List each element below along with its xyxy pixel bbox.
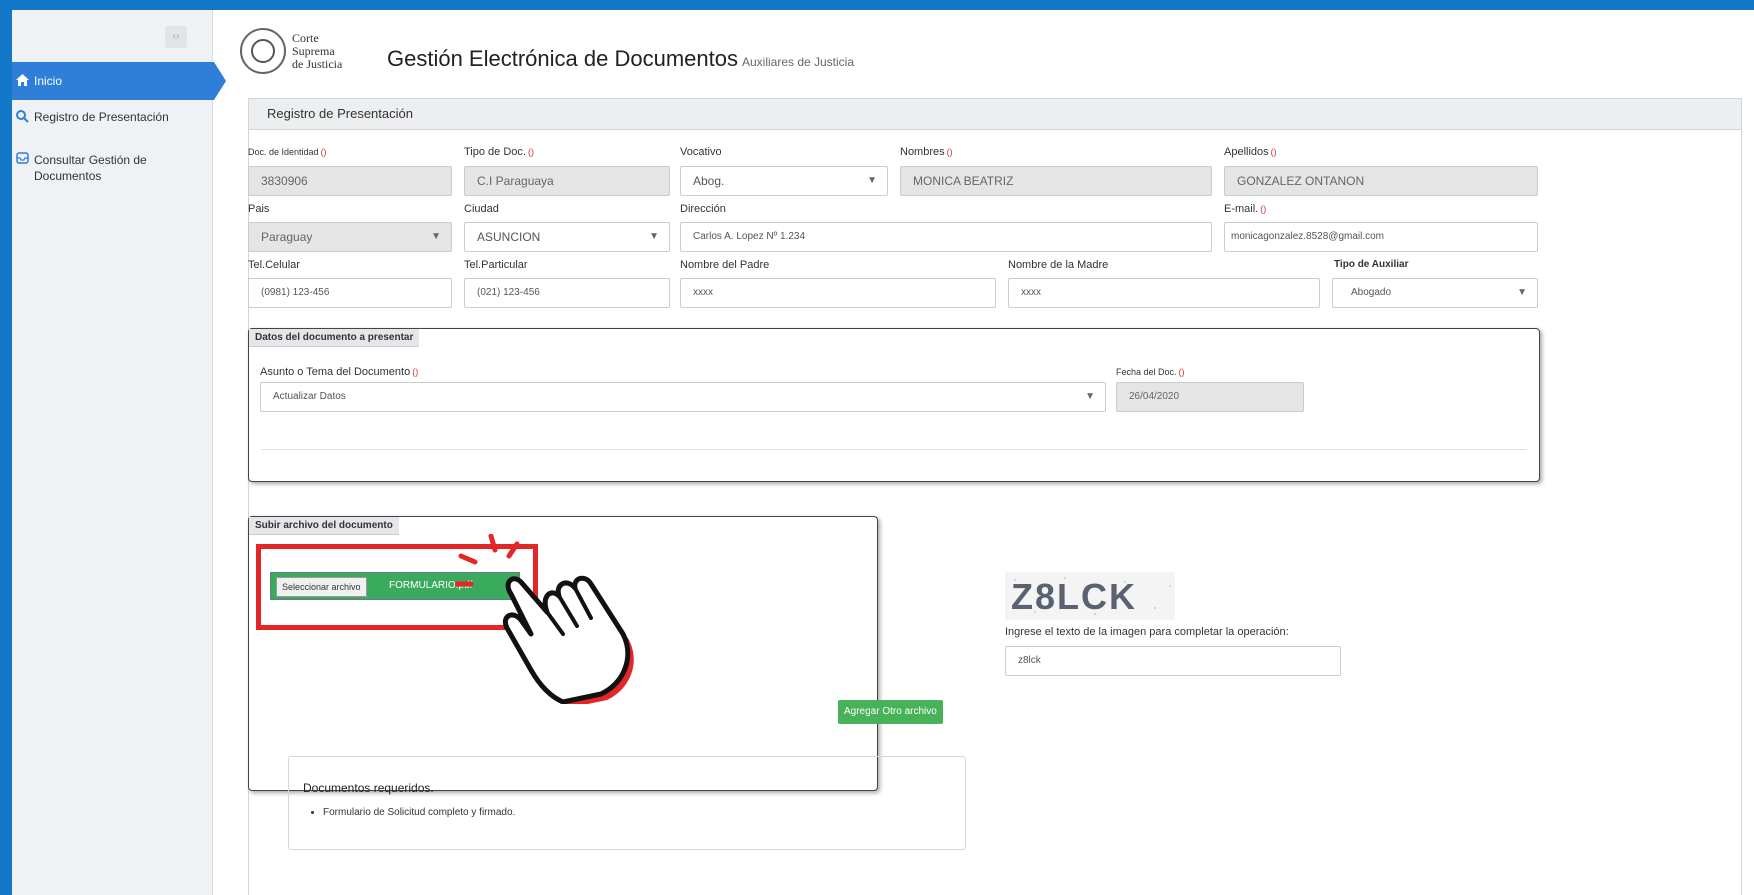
fecha-doc-label: Fecha del Doc.() (1116, 367, 1185, 377)
ciudad-select[interactable]: ASUNCION ▼ (464, 222, 670, 252)
nombre-padre-label: Nombre del Padre (680, 259, 770, 271)
sidebar-item-label: Consultar Gestión de Documentos (34, 153, 147, 183)
page-subtitle: Auxiliares de Justicia (741, 55, 855, 69)
search-icon (16, 110, 29, 126)
tel-celular-label: Tel.Celular (248, 259, 300, 271)
sidebar: ‹› Inicio Registro de Presentación Consu… (12, 10, 226, 895)
add-file-button[interactable]: Agregar Otro archivo (838, 700, 943, 724)
direccion-field[interactable]: Carlos A. Lopez Nº 1.234 (680, 222, 1212, 252)
ciudad-label: Ciudad (464, 203, 499, 215)
documentos-requeridos-box: Documentos requeridos. Formulario de Sol… (288, 756, 966, 850)
inbox-icon (16, 152, 29, 167)
tipo-doc-field[interactable]: C.I Paraguaya (464, 166, 670, 196)
chevron-down-icon: ▼ (431, 231, 441, 242)
chevron-down-icon: ▼ (867, 175, 877, 186)
pais-select[interactable]: Paraguay ▼ (248, 222, 452, 252)
doc-identidad-field[interactable]: 3830906 (248, 166, 452, 196)
asunto-select[interactable]: Actualizar Datos ▼ (260, 382, 1106, 412)
documentos-requeridos-title: Documentos requeridos. (303, 781, 434, 795)
sidebar-item-inicio[interactable]: Inicio (12, 62, 226, 100)
seal-icon (240, 28, 286, 74)
captcha-text: Z8LCK (1011, 576, 1137, 617)
datos-documento-legend: Datos del documento a presentar (249, 329, 420, 347)
email-field[interactable]: monicagonzalez.8528@gmail.com (1224, 222, 1538, 252)
direccion-label: Dirección (680, 203, 726, 215)
home-icon (16, 73, 29, 89)
apellidos-field[interactable]: GONZALEZ ONTANON (1224, 166, 1538, 196)
tel-particular-field[interactable]: (021) 123-456 (464, 278, 670, 308)
nombres-label: Nombres() (900, 146, 953, 158)
chevron-down-icon: ▼ (1517, 287, 1527, 298)
captcha-prompt: Ingrese el texto de la imagen para compl… (1005, 626, 1289, 638)
pais-label: Pais (248, 203, 270, 215)
nombre-madre-field[interactable]: xxxx (1008, 278, 1320, 308)
captcha-image: Z8LCK (1005, 572, 1175, 620)
pointing-hand-icon (454, 533, 655, 709)
tipo-auxiliar-label: Tipo de Auxiliar (1334, 259, 1409, 270)
sidebar-item-label: Registro de Presentación (34, 110, 169, 124)
nombre-padre-field[interactable]: xxxx (680, 278, 996, 308)
nombre-madre-label: Nombre de la Madre (1008, 259, 1109, 271)
doc-identidad-label: Doc. de Identidad() (248, 147, 327, 157)
page-title: Gestión Electrónica de Documentos Auxilia… (387, 46, 855, 71)
email-label: E-mail.() (1224, 203, 1267, 215)
chevron-down-icon: ▼ (1085, 391, 1095, 402)
tipo-doc-label: Tipo de Doc.() (464, 146, 534, 158)
sidebar-item-label: Inicio (34, 74, 63, 88)
vocativo-label: Vocativo (680, 146, 722, 158)
panel-title: Registro de Presentación (249, 99, 1741, 130)
apellidos-label: Apellidos() (1224, 146, 1277, 158)
subir-archivo-legend: Subir archivo del documento (249, 517, 399, 535)
tel-celular-field[interactable]: (0981) 123-456 (248, 278, 452, 308)
asunto-label: Asunto o Tema del Documento() (260, 366, 419, 378)
vocativo-select[interactable]: Abog. ▼ (680, 166, 888, 196)
fecha-doc-field[interactable]: 26/04/2020 (1116, 382, 1304, 412)
sidebar-item-consultar[interactable]: Consultar Gestión de Documentos (12, 152, 196, 184)
tipo-auxiliar-select[interactable]: Abogado ▼ (1332, 278, 1538, 308)
sidebar-item-registro[interactable]: Registro de Presentación (12, 110, 169, 126)
nombres-field[interactable]: MONICA BEATRIZ (900, 166, 1212, 196)
corte-suprema-logo: Corte Suprema de Justicia (240, 28, 342, 74)
list-item: Formulario de Solicitud completo y firma… (323, 807, 515, 818)
sidebar-collapse-button[interactable]: ‹› (165, 26, 187, 48)
captcha-input[interactable]: z8lck (1005, 646, 1341, 676)
chevron-down-icon: ▼ (649, 231, 659, 242)
documentos-requeridos-list: Formulario de Solicitud completo y firma… (323, 807, 515, 818)
tel-particular-label: Tel.Particular (464, 259, 528, 271)
